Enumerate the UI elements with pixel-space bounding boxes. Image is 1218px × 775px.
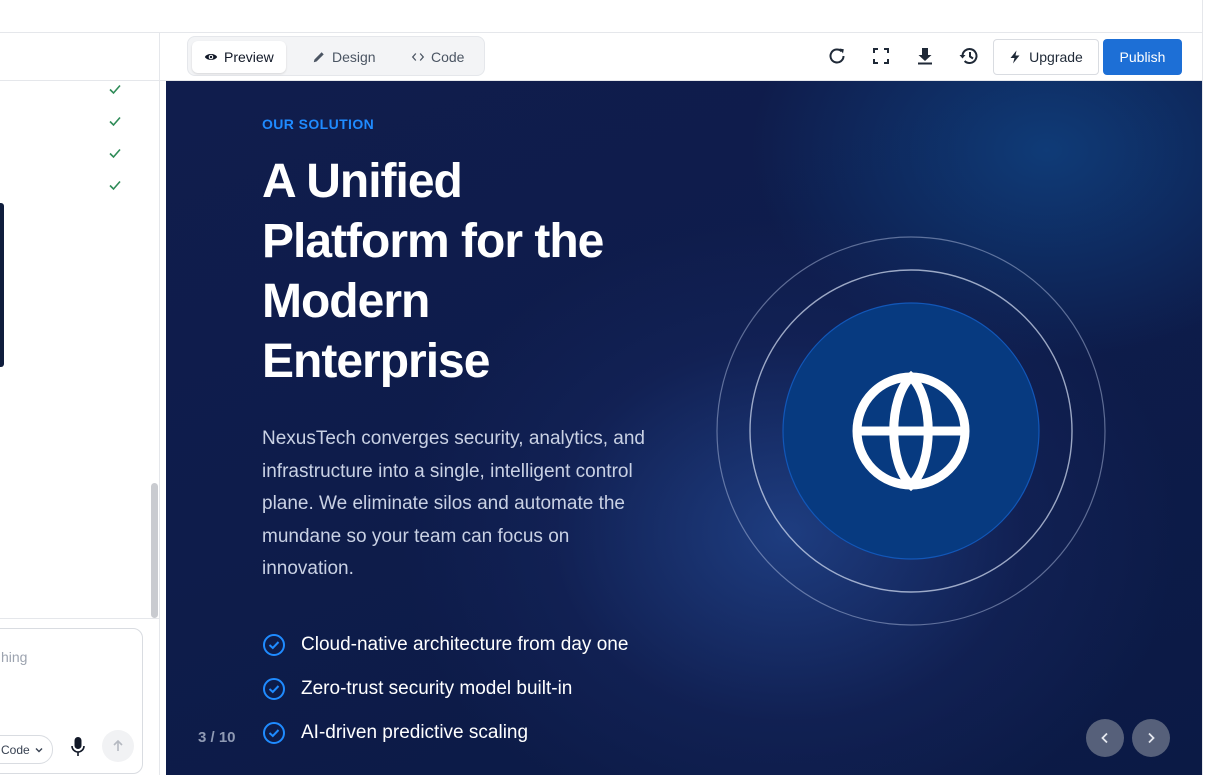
- upgrade-label: Upgrade: [1029, 49, 1083, 65]
- fullscreen-icon[interactable]: [870, 45, 892, 67]
- slide-headline: A Unified Platform for the Modern Enterp…: [262, 152, 682, 392]
- tab-design-label: Design: [332, 49, 376, 65]
- refresh-icon[interactable]: [826, 45, 848, 67]
- send-button[interactable]: [102, 730, 134, 762]
- check-icon: [109, 148, 121, 159]
- check-circle-icon: [263, 678, 285, 700]
- hero-graphic: [716, 236, 1106, 626]
- top-strip: [0, 0, 1202, 33]
- chat-composer: hing Code: [0, 618, 159, 775]
- upgrade-button[interactable]: Upgrade: [993, 39, 1099, 75]
- chevron-down-icon: [35, 747, 43, 752]
- window-edge: [1202, 0, 1218, 775]
- check-circle-icon: [263, 634, 285, 656]
- eye-icon: [204, 54, 218, 60]
- arrow-up-icon: [113, 739, 123, 751]
- feature-bullet-text: AI-driven predictive scaling: [301, 722, 529, 743]
- feature-bullet-text: Zero-trust security model built-in: [301, 678, 573, 699]
- next-slide-button[interactable]: [1132, 719, 1170, 757]
- tab-code[interactable]: Code: [399, 41, 476, 73]
- sidebar-scrollbar[interactable]: [151, 483, 158, 618]
- tab-design[interactable]: Design: [300, 41, 388, 73]
- headline-line: Modern: [262, 275, 430, 328]
- tab-code-label: Code: [431, 49, 465, 65]
- history-icon[interactable]: [958, 45, 980, 67]
- feature-bullet-text: Cloud-native architecture from day one: [301, 634, 629, 655]
- check-icon: [109, 180, 121, 191]
- editor-toolbar: Preview Design Code Upgrade Publish: [160, 33, 1202, 81]
- feature-bullet: AI-driven predictive scaling: [262, 721, 528, 745]
- headline-line: Enterprise: [262, 335, 490, 388]
- chat-sidebar: hing Code: [0, 33, 160, 775]
- mode-select[interactable]: Code: [0, 735, 53, 764]
- publish-button[interactable]: Publish: [1103, 39, 1182, 75]
- slide-thumbnail-edge[interactable]: [0, 203, 4, 367]
- check-icon: [109, 84, 121, 95]
- mode-select-label: Code: [1, 742, 30, 757]
- sidebar-header: [0, 33, 159, 81]
- headline-line: Platform for the: [262, 215, 604, 268]
- microphone-icon[interactable]: [70, 736, 86, 758]
- page-indicator: 3 / 10: [198, 729, 236, 746]
- headline-line: A Unified: [262, 155, 463, 208]
- prev-slide-button[interactable]: [1086, 719, 1124, 757]
- code-icon: [411, 53, 425, 61]
- pencil-icon: [313, 52, 324, 63]
- chat-placeholder: hing: [1, 649, 28, 665]
- check-circle-icon: [263, 722, 285, 744]
- feature-bullet: Zero-trust security model built-in: [262, 677, 572, 701]
- view-mode-tabs: Preview Design Code: [187, 36, 485, 76]
- chevron-left-icon: [1101, 732, 1108, 744]
- tab-preview[interactable]: Preview: [192, 41, 286, 73]
- download-icon[interactable]: [914, 45, 936, 67]
- slide-preview: OUR SOLUTION A Unified Platform for the …: [166, 81, 1202, 775]
- chevron-right-icon: [1148, 732, 1155, 744]
- feature-bullet: Cloud-native architecture from day one: [262, 633, 628, 657]
- slide-eyebrow: OUR SOLUTION: [262, 116, 375, 132]
- check-icon: [109, 116, 121, 127]
- slide-body: NexusTech converges security, analytics,…: [262, 428, 645, 579]
- tab-preview-label: Preview: [224, 49, 274, 65]
- bolt-icon: [1010, 50, 1020, 64]
